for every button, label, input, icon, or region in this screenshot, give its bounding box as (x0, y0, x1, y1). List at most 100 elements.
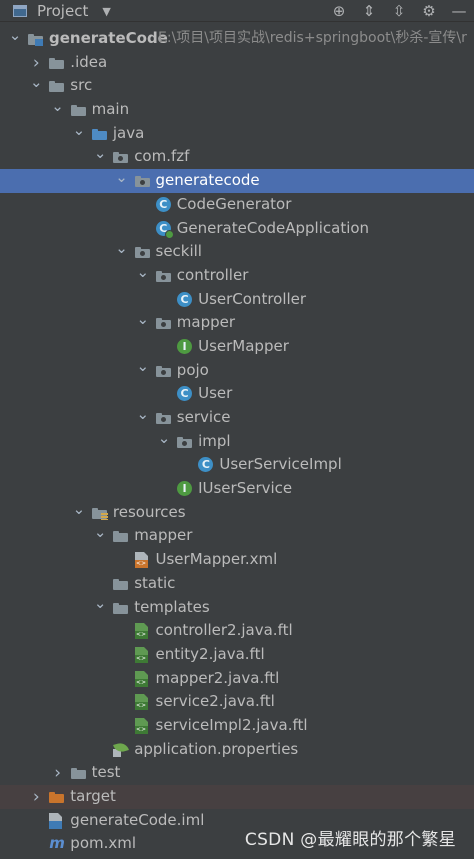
tree-item-label: .idea (70, 52, 108, 71)
folder-icon (113, 578, 129, 590)
tree-item-label: UserController (198, 289, 307, 308)
folder-icon (49, 81, 65, 93)
spring-leaf-icon (113, 740, 130, 757)
tree-item-label: service2.java.ftl (155, 692, 275, 711)
dropdown-caret-icon[interactable]: ▼ (102, 5, 110, 18)
expand-all-icon[interactable]: ⇕ (354, 0, 384, 21)
tree-item-label: controller (176, 265, 249, 284)
tree-item-label: src (70, 76, 93, 95)
chevron-down-icon[interactable]: ⌄ (72, 118, 86, 142)
chevron-down-icon[interactable]: ⌄ (115, 236, 129, 260)
watermark: CSDN @最耀眼的那个繁星 (244, 830, 456, 850)
tree-row[interactable]: <> mapper2.java.ftl (0, 667, 474, 691)
tree-item-label: UserServiceImpl (219, 455, 342, 474)
tree-row[interactable]: <> serviceImpl2.java.ftl (0, 714, 474, 738)
tree-row[interactable]: <> controller2.java.ftl (0, 619, 474, 643)
folder-orange-icon (49, 792, 65, 803)
tree-item-label: controller2.java.ftl (155, 621, 293, 640)
folder-icon (113, 602, 129, 614)
tree-item-label: seckill (155, 242, 202, 261)
tree-row[interactable]: ⌄ templates (0, 594, 474, 620)
template-file-icon: <> (134, 717, 148, 734)
tree-row[interactable]: ⌄ java (0, 121, 474, 146)
tree-row[interactable]: › test (0, 761, 474, 785)
runnable-class-icon: C (155, 220, 174, 239)
gear-icon[interactable]: ⚙ (414, 0, 444, 21)
tree-item-label: mapper2.java.ftl (155, 668, 280, 687)
project-view-title[interactable]: Project (37, 2, 88, 20)
chevron-right-icon[interactable]: › (29, 785, 43, 809)
chevron-down-icon[interactable]: ⌄ (93, 141, 107, 165)
chevron-down-icon[interactable]: ⌄ (136, 260, 150, 284)
folder-icon (70, 105, 86, 117)
tree-item-label: generatecode (155, 171, 260, 190)
tree-item-label: java (112, 123, 145, 142)
tree-item-label: GenerateCodeApplication (176, 218, 370, 237)
tree-row[interactable]: ⌄ impl (0, 429, 474, 454)
tree-item-label: pojo (176, 360, 209, 379)
chevron-down-icon[interactable]: ⌄ (136, 307, 150, 331)
tree-row[interactable]: › target (0, 785, 474, 809)
tree-item-label: pom.xml (70, 834, 137, 853)
tree-row[interactable]: ⌄ service (0, 405, 474, 430)
tree-row[interactable]: ⌄ resources (0, 500, 474, 525)
chevron-down-icon[interactable]: ⌄ (136, 355, 150, 379)
tree-row[interactable]: application.properties (0, 738, 474, 762)
chevron-down-icon[interactable]: ⌄ (8, 23, 22, 47)
tree-item-label: resources (112, 502, 186, 521)
tree-row[interactable]: C UserController (0, 288, 474, 312)
tree-row[interactable]: ⌄ seckill (0, 239, 474, 264)
package-icon (134, 247, 150, 259)
chevron-down-icon[interactable]: ⌄ (51, 94, 65, 118)
interface-icon: I (177, 338, 193, 354)
module-path: E:\项目\项目实战\redis+springboot\秒杀-宣传\r (158, 30, 467, 46)
folder-icon (49, 57, 65, 69)
tree-item-label: templates (134, 597, 210, 616)
folder-icon (113, 531, 129, 543)
tree-row[interactable]: ⌄ com.fzf (0, 144, 474, 169)
tree-row[interactable]: ⌄ controller (0, 263, 474, 288)
locate-icon[interactable]: ⊕ (324, 0, 354, 21)
chevron-down-icon[interactable]: ⌄ (93, 592, 107, 616)
tree-row[interactable]: C UserServiceImpl (0, 453, 474, 477)
chevron-down-icon[interactable]: ⌄ (115, 165, 129, 189)
tree-item-label: User (198, 384, 233, 403)
tree-row[interactable]: static (0, 572, 474, 596)
package-icon (177, 436, 193, 448)
chevron-down-icon[interactable]: ⌄ (29, 70, 43, 94)
package-icon (134, 176, 150, 188)
template-file-icon: <> (134, 670, 148, 687)
tree-row[interactable]: ⌄ generatecode (0, 168, 474, 193)
tree-row[interactable]: C GenerateCodeApplication (0, 217, 474, 241)
tree-item-label: impl (198, 431, 231, 450)
resources-folder-icon (91, 507, 108, 520)
tree-row[interactable]: ⌄ generateCode E:\项目\项目实战\redis+springboot… (0, 26, 474, 51)
tree-item-label: generateCode.iml (70, 810, 205, 829)
project-toolbar: Project ▼ ⊕ ⇕ ⇳ ⚙ — (0, 0, 474, 22)
tree-row[interactable]: <> service2.java.ftl (0, 690, 474, 714)
chevron-right-icon[interactable]: › (51, 761, 65, 785)
tree-row[interactable]: ⌄ mapper (0, 310, 474, 335)
hide-icon[interactable]: — (444, 0, 474, 21)
tree-item-label: UserMapper.xml (155, 550, 278, 569)
tree-row[interactable]: ⌄ pojo (0, 357, 474, 383)
chevron-down-icon[interactable]: ⌄ (136, 402, 150, 426)
tree-row[interactable]: ⌄ src (0, 73, 474, 98)
class-icon: C (177, 291, 193, 307)
tree-row[interactable]: <> entity2.java.ftl (0, 643, 474, 667)
chevron-down-icon[interactable]: ⌄ (157, 426, 171, 450)
tree-row[interactable]: ⌄ mapper (0, 523, 474, 548)
tree-row[interactable]: › .idea (0, 51, 474, 75)
collapse-all-icon[interactable]: ⇳ (384, 0, 414, 21)
tree-item-label: mapper (134, 526, 193, 545)
tree-row[interactable]: I UserMapper (0, 335, 474, 359)
tree-row[interactable]: C User (0, 382, 474, 406)
project-view-selector[interactable]: Project ▼ (13, 2, 111, 20)
chevron-down-icon[interactable]: ⌄ (93, 520, 107, 544)
project-tree: ⌄ generateCode E:\项目\项目实战\redis+springboot… (0, 26, 474, 856)
tree-row[interactable]: <> UserMapper.xml (0, 548, 474, 572)
chevron-down-icon[interactable]: ⌄ (72, 497, 86, 521)
package-icon (155, 270, 171, 282)
tree-row[interactable]: C CodeGenerator (0, 193, 474, 217)
tree-item-label: application.properties (134, 739, 299, 758)
